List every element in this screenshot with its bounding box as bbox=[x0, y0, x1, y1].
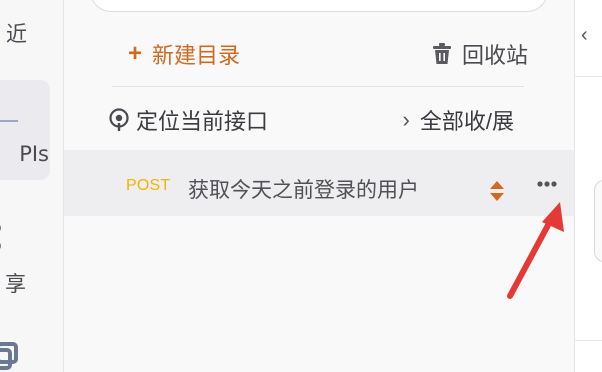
trash-icon bbox=[432, 43, 451, 64]
recycle-bin-label: 回收站 bbox=[461, 43, 528, 68]
api-name: 获取今天之前登录的用户 bbox=[188, 179, 419, 202]
sort-icon[interactable] bbox=[488, 180, 506, 204]
chevron-left-icon[interactable]: ‹ bbox=[581, 24, 588, 47]
rail-item-extra[interactable] bbox=[0, 336, 50, 372]
divider bbox=[575, 340, 602, 341]
divider bbox=[112, 86, 524, 87]
http-method-badge: POST bbox=[126, 177, 171, 194]
tree-item-api[interactable]: POST 获取今天之前登录的用户 bbox=[64, 150, 574, 216]
rail-item-apis[interactable]: PIs bbox=[0, 80, 50, 180]
plus-icon: + bbox=[128, 40, 143, 67]
copy-icon bbox=[0, 342, 18, 370]
search-input[interactable] bbox=[90, 0, 548, 12]
rail-item-share[interactable]: 享 bbox=[0, 210, 50, 300]
locate-current-api-button[interactable]: 定位当前接口 bbox=[108, 104, 268, 136]
share-icon bbox=[0, 225, 1, 249]
divider bbox=[575, 76, 602, 77]
chevron-right-icon: › bbox=[402, 107, 410, 132]
rail-item-apis-label: PIs bbox=[19, 142, 49, 166]
api-tree-panel: + 新建目录 回收站 定位当前接口 › 全部收/展 POST 获取今天之前登录的… bbox=[64, 0, 575, 372]
more-icon[interactable] bbox=[536, 180, 558, 188]
panel-tab-edge[interactable] bbox=[594, 180, 602, 262]
toggle-all-button[interactable]: › 全部收/展 bbox=[403, 104, 514, 136]
new-directory-button[interactable]: + 新建目录 bbox=[128, 38, 240, 70]
apis-icon bbox=[0, 120, 18, 122]
editor-edge: ‹ bbox=[575, 0, 602, 372]
locate-current-api-label: 定位当前接口 bbox=[136, 109, 269, 134]
toggle-all-label: 全部收/展 bbox=[419, 109, 514, 134]
location-pin-icon bbox=[109, 108, 129, 131]
rail-item-share-label: 享 bbox=[5, 272, 26, 296]
tree-actions: + 新建目录 回收站 bbox=[128, 38, 528, 78]
new-directory-label: 新建目录 bbox=[152, 43, 241, 68]
rail-item-recent-label: 近 bbox=[6, 22, 27, 46]
nav-rail: 近 PIs 享 bbox=[0, 0, 64, 372]
recycle-bin-button[interactable]: 回收站 bbox=[432, 38, 528, 70]
rail-item-recent[interactable]: 近 bbox=[0, 0, 50, 64]
